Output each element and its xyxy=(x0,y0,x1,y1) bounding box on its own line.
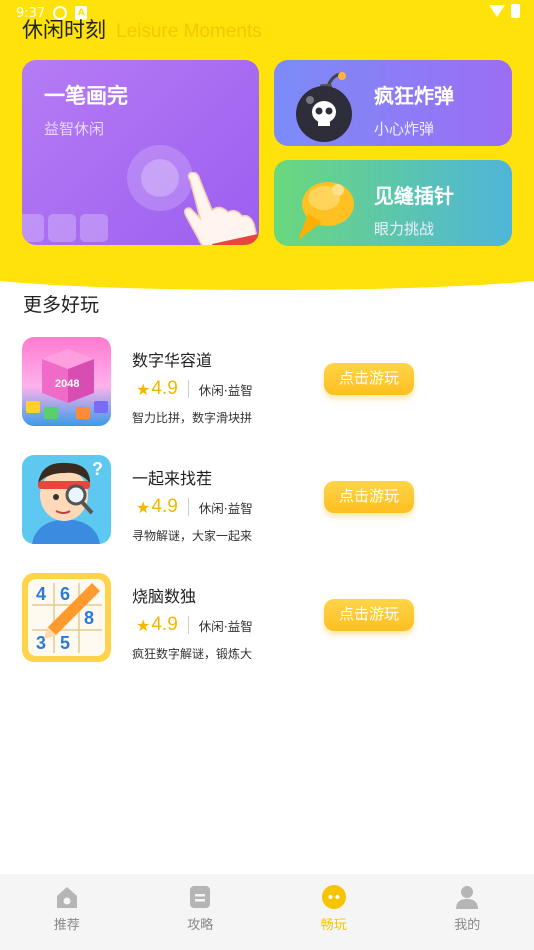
game-name: 一起来找茬 xyxy=(132,469,213,488)
game-description: 智力比拼，数字滑块拼 xyxy=(132,411,253,425)
list-item[interactable]: 4 6 8 3 5 烧脑数独 ★ 4.9 休闲·益智 疯狂数字解谜，锻炼大 点击… xyxy=(22,573,512,665)
rating-score: 4.9 xyxy=(151,614,178,635)
game-tags: 休闲·益智 xyxy=(198,618,253,634)
status-indicators xyxy=(489,4,520,18)
rating-row: ★ 4.9 休闲·益智 xyxy=(136,495,253,519)
rating-row: ★ 4.9 休闲·益智 xyxy=(136,613,253,637)
detective-boy-icon: ? xyxy=(32,459,103,544)
profile-icon xyxy=(456,886,479,909)
star-icon: ★ xyxy=(136,615,151,635)
bottom-navigation: 推荐 攻略 畅玩 我的 xyxy=(0,874,534,950)
divider xyxy=(187,616,189,634)
rating-score: 4.9 xyxy=(151,496,178,517)
pushpin-icon xyxy=(298,182,354,240)
wifi-icon xyxy=(489,5,505,17)
star-icon: ★ xyxy=(136,379,151,399)
nav-label: 攻略 xyxy=(187,918,214,933)
nav-label: 畅玩 xyxy=(320,918,347,933)
nav-label: 我的 xyxy=(454,918,481,933)
featured-name: 一笔画完 xyxy=(44,84,128,108)
battery-icon xyxy=(511,4,520,18)
game-name: 烧脑数独 xyxy=(132,587,197,606)
nav-item-recommend[interactable]: 推荐 xyxy=(0,874,134,950)
list-item[interactable]: ? 一起来找茬 ★ 4.9 休闲·益智 寻物解谜，大家一起来 点击游玩 xyxy=(22,455,512,547)
nav-label: 推荐 xyxy=(53,918,80,933)
title-chinese: 休闲时刻 xyxy=(22,18,106,42)
sudoku-digit: 5 xyxy=(60,633,70,653)
pointing-hand-icon xyxy=(183,172,259,245)
page-title: 休闲时刻 Leisure Moments xyxy=(22,14,262,44)
featured-card-pin-insert[interactable]: 见缝插针 眼力挑战 xyxy=(274,160,512,246)
featured-sub: 眼力挑战 xyxy=(374,220,435,238)
svg-text:?: ? xyxy=(92,459,103,479)
guide-icon xyxy=(190,886,211,908)
play-button[interactable]: 点击游玩 xyxy=(324,363,414,395)
sudoku-digit: 3 xyxy=(36,633,46,653)
featured-sub: 小心炸弹 xyxy=(374,120,435,138)
sudoku-digit: 6 xyxy=(60,584,70,604)
game-name: 数字华容道 xyxy=(132,351,213,370)
game-thumbnail: 4 6 8 3 5 xyxy=(22,573,111,662)
nav-item-guide[interactable]: 攻略 xyxy=(134,874,268,950)
nav-item-play[interactable]: 畅玩 xyxy=(267,874,401,950)
title-english: Leisure Moments xyxy=(116,21,262,42)
section-title: 更多好玩 xyxy=(23,294,100,316)
featured-name: 见缝插针 xyxy=(374,184,454,208)
home-icon xyxy=(56,887,77,908)
sudoku-digit: 8 xyxy=(84,608,94,628)
play-button[interactable]: 点击游玩 xyxy=(324,481,414,513)
nav-item-profile[interactable]: 我的 xyxy=(401,874,534,950)
game-description: 疯狂数字解谜，锻炼大 xyxy=(132,647,253,661)
featured-card-crazy-bomb[interactable]: 疯狂炸弹 小心炸弹 xyxy=(274,60,512,146)
play-icon xyxy=(321,885,346,909)
featured-name: 疯狂炸弹 xyxy=(374,84,454,108)
game-tags: 休闲·益智 xyxy=(198,500,253,516)
list-item[interactable]: 2048 数字华容道 ★ 4.9 休闲·益智 智力比拼，数字滑块拼 点击游玩 xyxy=(22,337,512,429)
rating-score: 4.9 xyxy=(151,378,178,399)
divider xyxy=(187,380,189,398)
featured-card-one-stroke[interactable]: 一笔画完 益智休闲 xyxy=(22,60,259,245)
divider xyxy=(187,498,189,516)
featured-sub: 益智休闲 xyxy=(44,120,105,138)
cube-2048-icon: 2048 xyxy=(26,349,108,419)
star-icon: ★ xyxy=(136,497,151,517)
sudoku-digit: 4 xyxy=(36,584,46,604)
game-thumbnail: ? xyxy=(22,455,111,544)
bomb-icon xyxy=(296,72,352,142)
rating-row: ★ 4.9 休闲·益智 xyxy=(136,377,253,401)
cube-label: 2048 xyxy=(55,378,79,390)
sudoku-pencil-icon: 4 6 8 3 5 xyxy=(28,579,105,656)
game-description: 寻物解谜，大家一起来 xyxy=(132,529,253,543)
decor-blocks xyxy=(22,214,108,242)
game-tags: 休闲·益智 xyxy=(198,382,253,398)
play-button[interactable]: 点击游玩 xyxy=(324,599,414,631)
game-thumbnail: 2048 xyxy=(22,337,111,426)
